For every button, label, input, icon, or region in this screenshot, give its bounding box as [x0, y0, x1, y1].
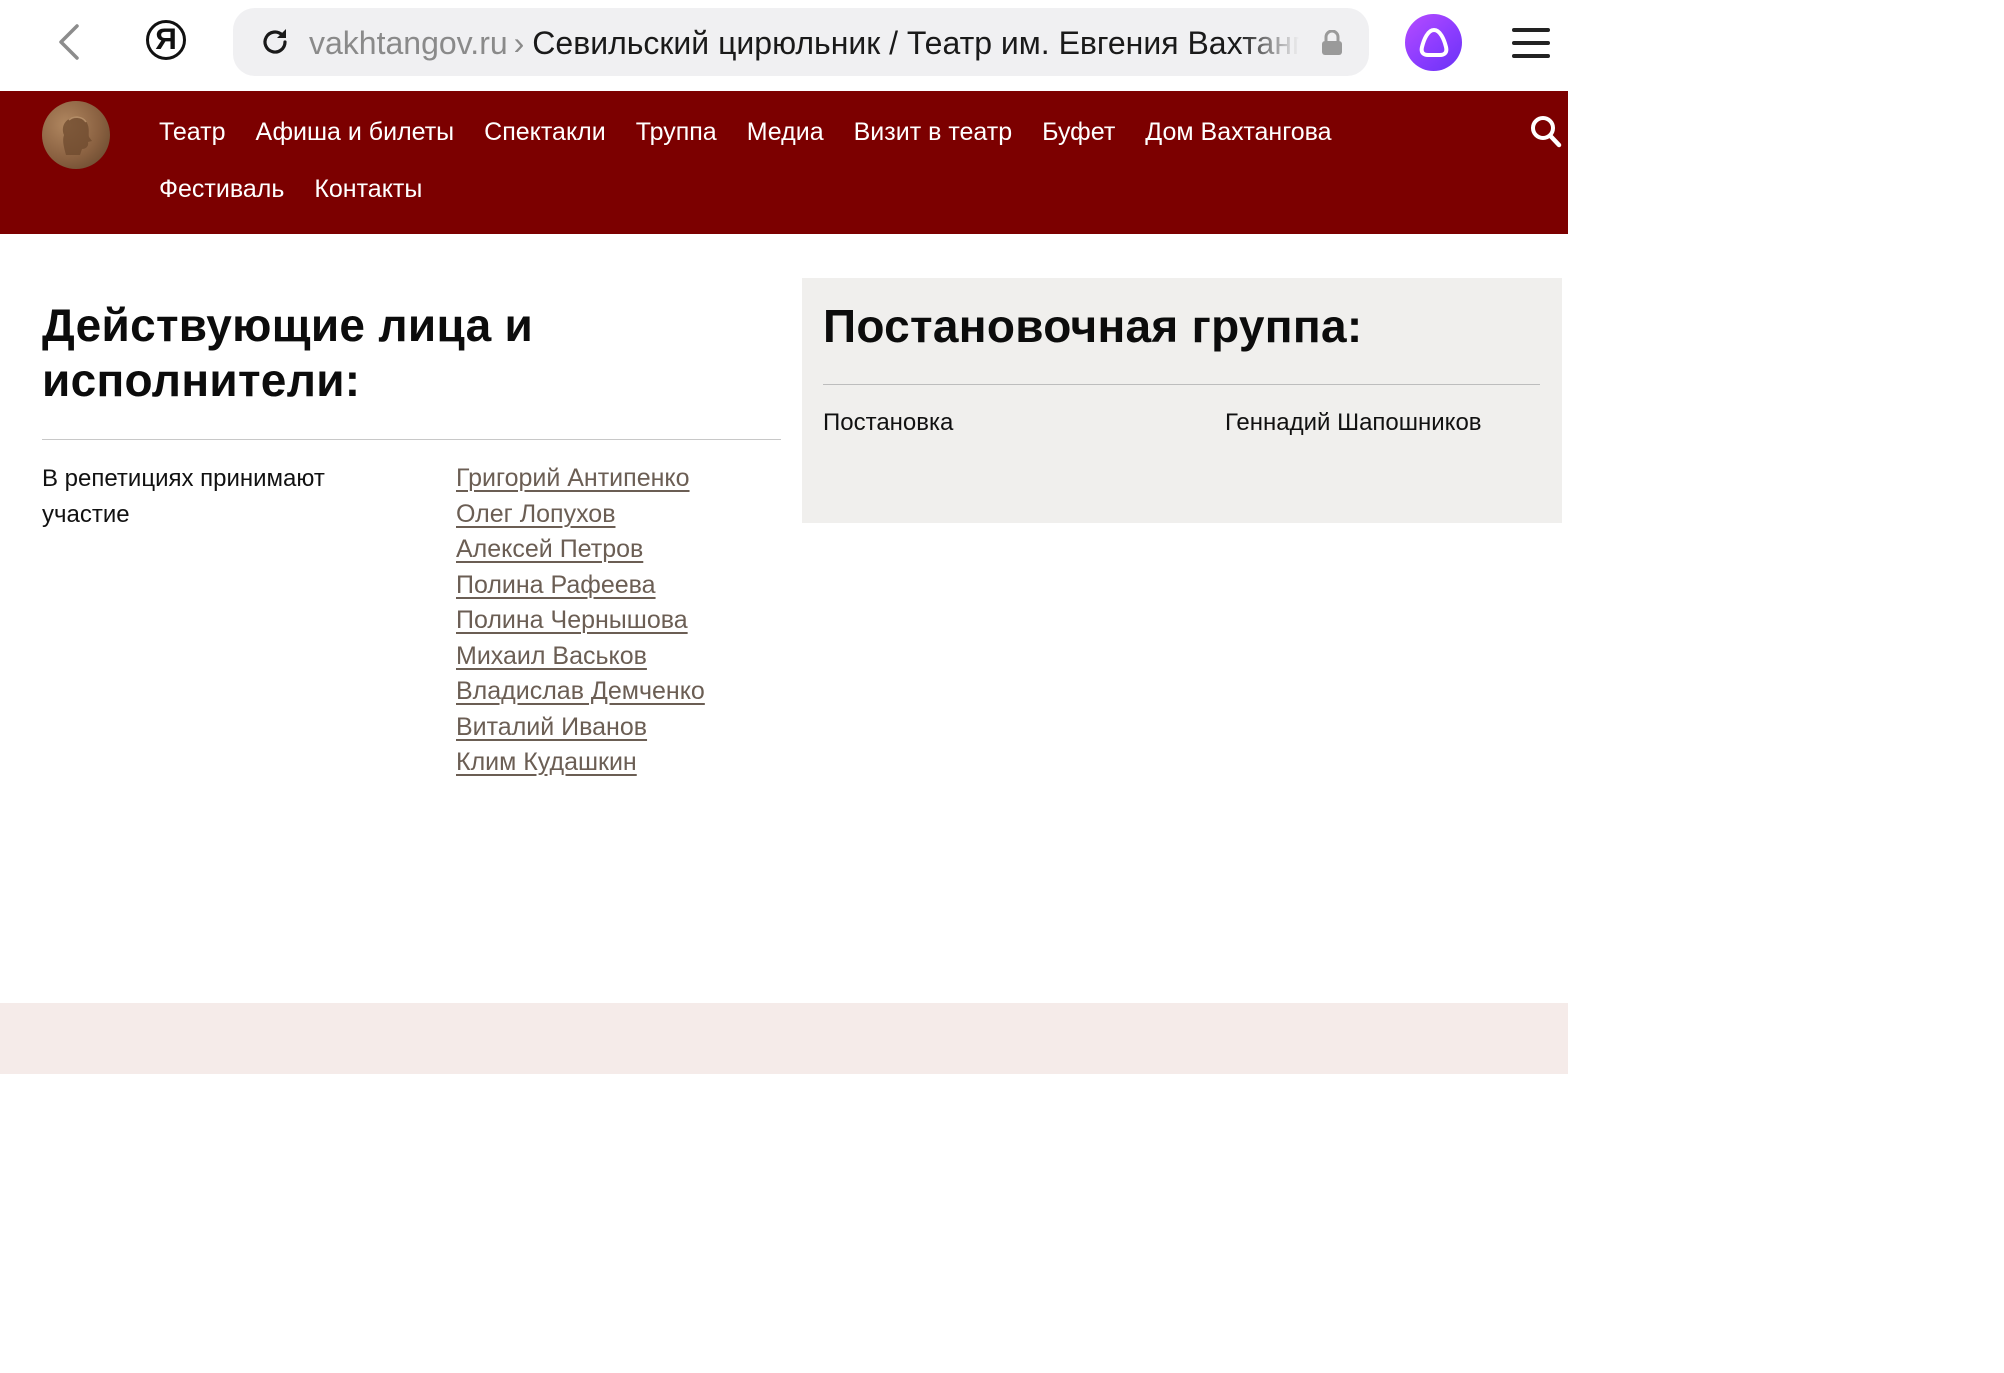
- footer: [0, 1003, 1568, 1074]
- actor-link[interactable]: Виталий Иванов: [456, 710, 756, 746]
- nav-item-media[interactable]: Медиа: [747, 118, 824, 147]
- url-separator: ›: [513, 25, 525, 61]
- actor-link[interactable]: Клим Кудашкин: [456, 745, 756, 781]
- site-header: Театр Афиша и билеты Спектакли Труппа Ме…: [0, 91, 1568, 234]
- actor-link[interactable]: Владислав Демченко: [456, 674, 756, 710]
- nav-item-buffet[interactable]: Буфет: [1042, 118, 1115, 147]
- reload-icon[interactable]: [259, 26, 291, 58]
- actor-link[interactable]: Михаил Васьков: [456, 639, 756, 675]
- nav-item-contacts[interactable]: Контакты: [314, 175, 422, 204]
- lock-icon[interactable]: [1321, 30, 1343, 56]
- alice-assistant-button[interactable]: [1405, 14, 1462, 71]
- main-navigation: Театр Афиша и билеты Спектакли Труппа Ме…: [159, 108, 1459, 213]
- cast-role-label: В репетициях принимают участие: [42, 465, 325, 528]
- search-icon[interactable]: [1530, 115, 1562, 149]
- actor-link[interactable]: Полина Чернышова: [456, 603, 756, 639]
- crew-divider: [823, 384, 1540, 385]
- nav-row-2: Фестиваль Контакты: [159, 165, 1459, 213]
- actor-list: Григорий Антипенко Олег Лопухов Алексей …: [456, 461, 756, 781]
- nav-item-performances[interactable]: Спектакли: [484, 118, 606, 147]
- crew-person: Геннадий Шапошников: [1225, 409, 1482, 436]
- nav-item-vakhtangov-house[interactable]: Дом Вахтангова: [1145, 118, 1331, 147]
- cast-row: В репетициях принимают участие Григорий …: [42, 461, 781, 841]
- actor-link[interactable]: Полина Рафеева: [456, 568, 756, 604]
- actor-link[interactable]: Григорий Антипенко: [456, 461, 756, 497]
- crew-role-label: Постановка: [823, 409, 954, 436]
- yandex-logo-button[interactable]: Я: [146, 20, 186, 60]
- url-domain: vakhtangov.ru: [309, 25, 508, 61]
- back-arrow-icon[interactable]: [50, 22, 90, 62]
- nav-item-troupe[interactable]: Труппа: [636, 118, 717, 147]
- page-title: Севильский цирюльник / Театр им. Евгения…: [532, 25, 1299, 61]
- cast-title: Действующие лица и исполнители:: [42, 299, 534, 406]
- actor-link[interactable]: Олег Лопухов: [456, 497, 756, 533]
- nav-row-1: Театр Афиша и билеты Спектакли Труппа Ме…: [159, 108, 1459, 156]
- portrait-relief-icon: [62, 116, 92, 155]
- browser-toolbar: Я vakhtangov.ru › Севильский цирюльник / Т…: [0, 0, 1568, 91]
- cast-section: Действующие лица и исполнители: В репети…: [42, 298, 781, 841]
- cast-divider: [42, 439, 781, 440]
- address-bar[interactable]: vakhtangov.ru › Севильский цирюльник / Теа…: [233, 8, 1369, 76]
- crew-title: Постановочная группа:: [823, 300, 1363, 352]
- nav-item-afisha[interactable]: Афиша и билеты: [255, 118, 454, 147]
- actor-link[interactable]: Алексей Петров: [456, 532, 756, 568]
- alice-icon: [1419, 28, 1449, 57]
- nav-item-theatre[interactable]: Театр: [159, 118, 225, 147]
- browser-menu-icon[interactable]: [1512, 28, 1550, 58]
- nav-item-visit[interactable]: Визит в театр: [854, 118, 1012, 147]
- url-text[interactable]: vakhtangov.ru › Севильский цирюльник / Теа…: [309, 23, 1299, 63]
- nav-item-festival[interactable]: Фестиваль: [159, 175, 284, 204]
- theatre-logo-medallion[interactable]: [42, 101, 110, 169]
- crew-section: Постановочная группа: Постановка Геннади…: [802, 278, 1562, 523]
